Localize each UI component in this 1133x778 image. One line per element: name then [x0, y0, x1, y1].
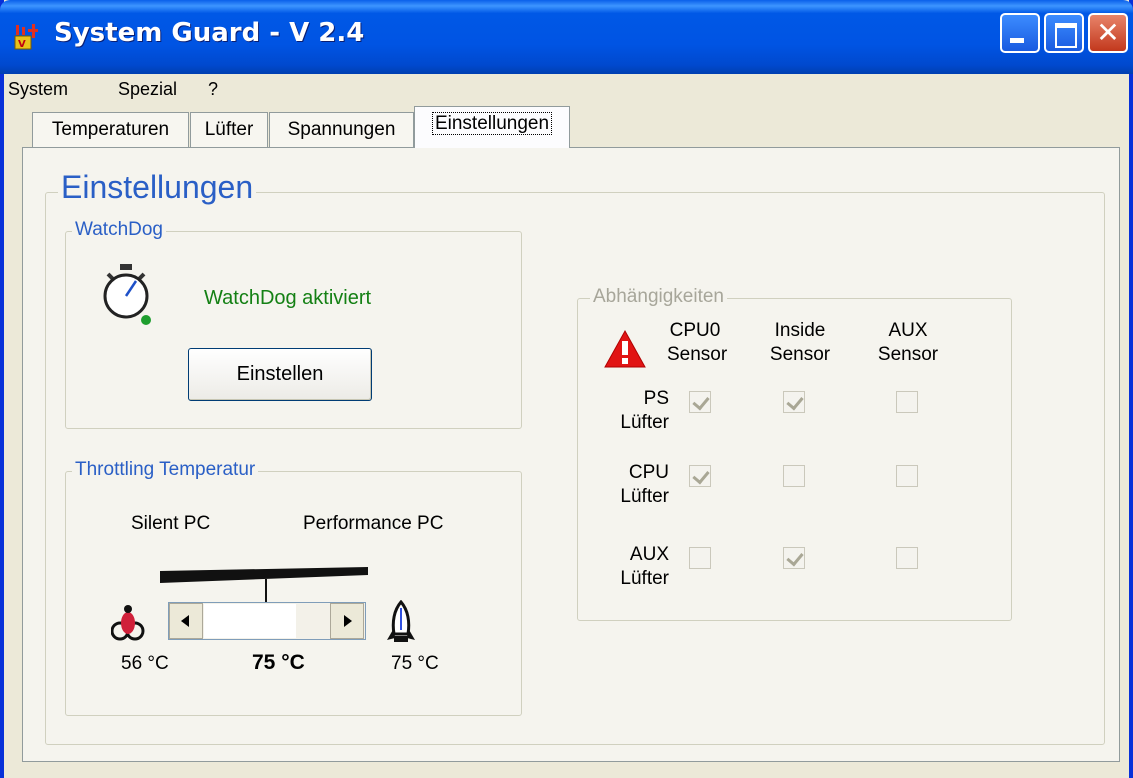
row-aux-luefter: AUX Lüfter [620, 544, 669, 589]
current-temp-label: 75 °C [252, 651, 305, 674]
col-cpu0-sensor: CPU0 Sensor [667, 320, 728, 365]
arrow-right-icon [344, 615, 352, 627]
chk-cpu-cpu0[interactable] [689, 465, 711, 487]
minimize-button[interactable] [1000, 13, 1040, 53]
slider-left-arrow[interactable] [169, 603, 203, 639]
rocket-icon [387, 600, 415, 642]
app-icon: V [14, 24, 38, 50]
chk-ps-inside[interactable] [783, 391, 805, 413]
arrow-left-icon [181, 615, 189, 627]
chk-aux-aux[interactable] [896, 547, 918, 569]
einstellen-button[interactable]: Einstellen [188, 348, 372, 401]
stopwatch-icon [103, 264, 151, 325]
svg-text:V: V [18, 39, 26, 50]
tab-einstellungen[interactable]: Einstellungen [414, 106, 570, 148]
throttle-wedge-graphic [160, 567, 368, 603]
silent-pc-label: Silent PC [131, 513, 211, 534]
col-aux-sensor: AUX Sensor [877, 320, 939, 365]
max-temp-label: 75 °C [391, 653, 439, 674]
chk-ps-aux[interactable] [896, 391, 918, 413]
menu-spezial[interactable]: Spezial [118, 79, 177, 100]
window-title: System Guard - V 2.4 [54, 18, 365, 48]
tab-temperaturen[interactable]: Temperaturen [32, 112, 189, 148]
chk-cpu-aux[interactable] [896, 465, 918, 487]
slider-right-arrow[interactable] [330, 603, 364, 639]
chk-aux-inside[interactable] [783, 547, 805, 569]
watchdog-group-title: WatchDog [72, 219, 166, 241]
chk-aux-cpu0[interactable] [689, 547, 711, 569]
throttling-slider[interactable] [168, 602, 366, 640]
menu-bar: System Spezial ? [4, 74, 1129, 106]
tab-spannungen[interactable]: Spannungen [269, 112, 414, 148]
tab-luefter[interactable]: Lüfter [190, 112, 268, 148]
chk-ps-cpu0[interactable] [689, 391, 711, 413]
close-button[interactable]: ✕ [1088, 13, 1128, 53]
watchdog-status: WatchDog aktiviert [204, 287, 372, 309]
warning-icon [604, 329, 646, 368]
slider-thumb[interactable] [204, 604, 296, 638]
app-window: V System Guard - V 2.4 ✕ System Spezial … [0, 0, 1133, 778]
watchdog-group: WatchDog WatchDog aktiviert Einstellen [65, 219, 522, 429]
tab-panel-einstellungen: Einstellungen WatchDog WatchDog aktivier… [22, 147, 1120, 762]
row-cpu-luefter: CPU Lüfter [620, 462, 669, 507]
menu-system[interactable]: System [8, 79, 68, 100]
throttling-group-title: Throttling Temperatur [72, 459, 259, 481]
performance-pc-label: Performance PC [303, 513, 444, 534]
min-temp-label: 56 °C [121, 653, 169, 674]
bicycle-icon [111, 605, 145, 641]
chk-cpu-inside[interactable] [783, 465, 805, 487]
col-inside-sensor: Inside Sensor [769, 320, 831, 365]
close-icon: ✕ [1096, 16, 1120, 49]
maximize-button[interactable] [1044, 13, 1084, 53]
dependencies-group-title: Abhängigkeiten [590, 286, 727, 308]
title-bar[interactable]: V System Guard - V 2.4 ✕ [0, 0, 1133, 74]
row-ps-luefter: PS Lüfter [620, 388, 669, 433]
settings-group-title: Einstellungen [58, 169, 257, 206]
menu-help[interactable]: ? [208, 79, 218, 100]
